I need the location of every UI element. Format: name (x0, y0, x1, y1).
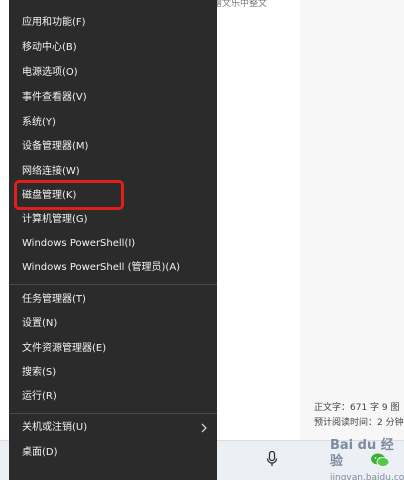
menu-item-label: 文件资源管理器(E) (22, 343, 107, 354)
menu-item-label: Windows PowerShell (管理员)(A) (22, 262, 181, 273)
menu-item-device-manager[interactable]: 设备管理器(M) (9, 135, 217, 159)
menu-item-label: 网络连接(W) (22, 166, 80, 177)
menu-item-label: 移动中心(B) (22, 42, 77, 53)
document-stats: 正文字：671 字 9 图 预计阅读时间：2 分钟 (314, 401, 404, 431)
menu-separator (9, 413, 217, 414)
menu-item-network-connections[interactable]: 网络连接(W) (9, 160, 217, 184)
menu-item-computer-management[interactable]: 计算机管理(G) (9, 208, 217, 232)
menu-item-run[interactable]: 运行(R) (9, 385, 217, 409)
menu-item-label: 关机或注销(U) (22, 422, 88, 433)
read-time: 预计阅读时间：2 分钟 (314, 418, 404, 428)
menu-item-event-viewer[interactable]: 事件查看器(V) (9, 86, 217, 110)
menu-separator (9, 284, 217, 285)
chevron-right-icon (201, 423, 207, 433)
menu-item-settings[interactable]: 设置(N) (9, 312, 217, 336)
menu-item-label: 事件查看器(V) (22, 92, 87, 103)
menu-item-label: 计算机管理(G) (22, 214, 88, 225)
wechat-icon (371, 453, 390, 467)
menu-item-shutdown[interactable]: 关机或注销(U) (9, 416, 217, 440)
menu-item-label: 设置(N) (22, 318, 58, 329)
watermark-sub: jingyan.baidu.com (330, 473, 404, 480)
menu-item-file-explorer[interactable]: 文件资源管理器(E) (9, 337, 217, 361)
menu-item-task-manager[interactable]: 任务管理器(T) (9, 288, 217, 312)
menu-item-label: 桌面(D) (22, 447, 58, 458)
winx-context-menu: 应用和功能(F) 移动中心(B) 电源选项(O) 事件查看器(V) 系统(Y) … (9, 0, 217, 480)
menu-item-label: 磁盘管理(K) (22, 190, 77, 201)
menu-item-system[interactable]: 系统(Y) (9, 111, 217, 135)
menu-item-powershell[interactable]: Windows PowerShell(I) (9, 232, 217, 256)
word-count: 正文字：671 字 9 图 (314, 403, 400, 413)
menu-item-disk-management[interactable]: 磁盘管理(K) (9, 184, 217, 208)
menu-item-power-options[interactable]: 电源选项(O) (9, 61, 217, 85)
menu-item-desktop[interactable]: 桌面(D) (9, 441, 217, 465)
microphone-icon[interactable] (266, 451, 278, 467)
menu-item-label: 任务管理器(T) (22, 294, 86, 305)
menu-item-mobility-center[interactable]: 移动中心(B) (9, 36, 217, 60)
menu-item-label: 运行(R) (22, 391, 57, 402)
menu-item-label: 应用和功能(F) (22, 17, 86, 28)
menu-item-powershell-admin[interactable]: Windows PowerShell (管理员)(A) (9, 256, 217, 280)
menu-item-label: 设备管理器(M) (22, 141, 89, 152)
menu-item-label: 电源选项(O) (22, 67, 78, 78)
menu-item-label: Windows PowerShell(I) (22, 238, 136, 249)
menu-item-label: 搜索(S) (22, 367, 57, 378)
menu-item-apps-features[interactable]: 应用和功能(F) (9, 11, 217, 35)
menu-item-search[interactable]: 搜索(S) (9, 361, 217, 385)
document-text-fragment: 赠文乐中整文 (213, 0, 268, 8)
menu-item-label: 系统(Y) (22, 117, 56, 128)
baidu-watermark: Bai du 经验 jingyan.baidu.com (330, 438, 404, 480)
